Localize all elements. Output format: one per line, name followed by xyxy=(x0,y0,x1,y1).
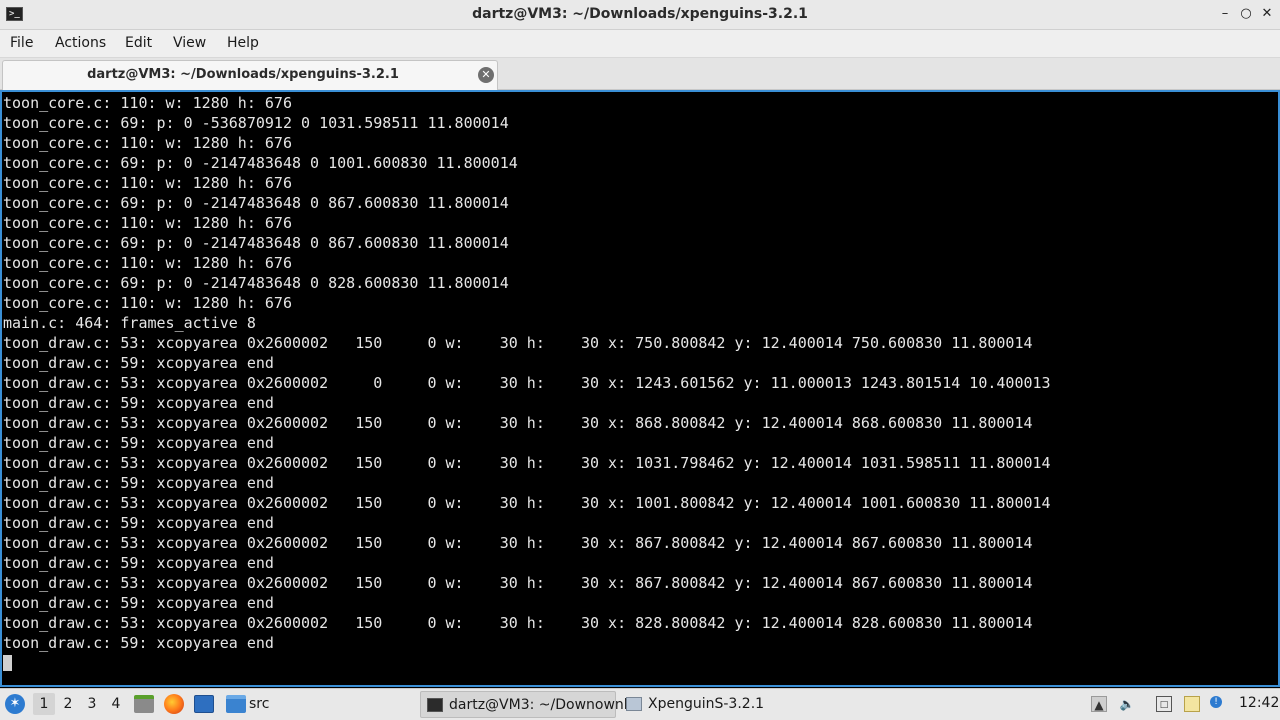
menu-edit[interactable]: Edit xyxy=(125,35,152,51)
task-terminal[interactable]: dartz@VM3: ~/Downownl... xyxy=(420,691,641,718)
window-titlebar[interactable]: >_ dartz@VM3: ~/Downloads/xpenguins-3.2.… xyxy=(0,0,1280,30)
menu-file[interactable]: File xyxy=(10,35,33,51)
screen-icon[interactable]: □ xyxy=(1156,696,1172,712)
terminal-lines: toon_core.c: 110: w: 1280 h: 676 toon_cor… xyxy=(3,93,1051,673)
terminal-output[interactable]: toon_core.c: 110: w: 1280 h: 676 toon_cor… xyxy=(0,90,1280,687)
terminal-line: toon_draw.c: 59: xcopyarea end xyxy=(3,434,274,452)
terminal-line: toon_draw.c: 53: xcopyarea 0x2600002 150… xyxy=(3,414,1033,432)
task-xpenguins-label: XpenguinS-3.2.1 xyxy=(648,696,765,712)
tab-terminal[interactable]: dartz@VM3: ~/Downloads/xpenguins-3.2.1 ✕ xyxy=(2,60,498,90)
update-icon[interactable]: ! xyxy=(1210,696,1222,708)
tab-close-icon[interactable]: ✕ xyxy=(478,67,494,83)
desktop-4[interactable]: 4 xyxy=(105,693,127,715)
terminal-line: toon_core.c: 110: w: 1280 h: 676 xyxy=(3,214,292,232)
volume-icon[interactable]: 🔈 xyxy=(1119,696,1135,712)
terminal-line: toon_core.c: 69: p: 0 -2147483648 0 867.… xyxy=(3,234,509,252)
maximize-icon[interactable]: ○ xyxy=(1237,5,1255,23)
desktop-2[interactable]: 2 xyxy=(57,693,79,715)
terminal-prompt-line xyxy=(3,653,1051,673)
terminal-line: toon_core.c: 69: p: 0 -2147483648 0 1001… xyxy=(3,154,518,172)
tray-scroll-icon[interactable]: ▲ xyxy=(1091,696,1107,712)
terminal-line: toon_draw.c: 53: xcopyarea 0x2600002 0 0… xyxy=(3,374,1051,392)
terminal-line: toon_draw.c: 53: xcopyarea 0x2600002 150… xyxy=(3,454,1051,472)
terminal-line: toon_core.c: 69: p: 0 -2147483648 0 828.… xyxy=(3,274,509,292)
terminal-line: toon_core.c: 110: w: 1280 h: 676 xyxy=(3,294,292,312)
terminal-line: toon_core.c: 69: p: 0 -536870912 0 1031.… xyxy=(3,114,509,132)
minimize-icon[interactable]: – xyxy=(1216,5,1234,23)
desktop-3[interactable]: 3 xyxy=(81,693,103,715)
tab-bar: dartz@VM3: ~/Downloads/xpenguins-3.2.1 ✕ xyxy=(0,58,1280,90)
close-icon[interactable]: ✕ xyxy=(1258,5,1276,23)
terminal-line: toon_draw.c: 53: xcopyarea 0x2600002 150… xyxy=(3,614,1033,632)
desktop-icon[interactable] xyxy=(194,695,214,713)
terminal-line: toon_draw.c: 59: xcopyarea end xyxy=(3,394,274,412)
window-title: dartz@VM3: ~/Downloads/xpenguins-3.2.1 xyxy=(472,6,808,22)
terminal-line: toon_core.c: 69: p: 0 -2147483648 0 867.… xyxy=(3,194,509,212)
terminal-line: toon_draw.c: 53: xcopyarea 0x2600002 150… xyxy=(3,494,1051,512)
menu-view[interactable]: View xyxy=(173,35,206,51)
terminal-line: main.c: 464: frames_active 8 xyxy=(3,314,256,332)
task-terminal-label: dartz@VM3: ~/Downownl... xyxy=(449,697,642,713)
clock: 12:42 xyxy=(1239,695,1280,711)
clipboard-icon[interactable] xyxy=(1184,696,1200,712)
terminal-line: toon_draw.c: 59: xcopyarea end xyxy=(3,554,274,572)
file-manager-icon[interactable] xyxy=(134,695,154,713)
terminal-task-icon xyxy=(427,698,443,712)
window-task-icon xyxy=(626,697,642,711)
terminal-line: toon_draw.c: 59: xcopyarea end xyxy=(3,354,274,372)
terminal-line: toon_draw.c: 53: xcopyarea 0x2600002 150… xyxy=(3,534,1033,552)
terminal-cursor xyxy=(3,655,12,671)
terminal-line: toon_core.c: 110: w: 1280 h: 676 xyxy=(3,174,292,192)
terminal-line: toon_draw.c: 59: xcopyarea end xyxy=(3,514,274,532)
tab-label: dartz@VM3: ~/Downloads/xpenguins-3.2.1 xyxy=(87,67,399,82)
terminal-line: toon_draw.c: 59: xcopyarea end xyxy=(3,594,274,612)
menu-actions[interactable]: Actions xyxy=(55,35,106,51)
folder-src-label[interactable]: src xyxy=(249,696,269,712)
desktop-1[interactable]: 1 xyxy=(33,693,55,715)
folder-icon[interactable] xyxy=(226,695,246,713)
terminal-line: toon_draw.c: 59: xcopyarea end xyxy=(3,474,274,492)
start-menu-icon[interactable]: ✶ xyxy=(5,694,25,714)
menu-help[interactable]: Help xyxy=(227,35,259,51)
terminal-line: toon_draw.c: 53: xcopyarea 0x2600002 150… xyxy=(3,334,1033,352)
terminal-line: toon_draw.c: 53: xcopyarea 0x2600002 150… xyxy=(3,574,1033,592)
terminal-line: toon_draw.c: 59: xcopyarea end xyxy=(3,634,274,652)
taskbar: ✶ 1 2 3 4 src dartz@VM3: ~/Downownl... X… xyxy=(0,688,1280,720)
task-xpenguins[interactable]: XpenguinS-3.2.1 xyxy=(620,691,780,718)
menubar: File Actions Edit View Help xyxy=(0,30,1280,58)
terminal-line: toon_core.c: 110: w: 1280 h: 676 xyxy=(3,134,292,152)
terminal-line: toon_core.c: 110: w: 1280 h: 676 xyxy=(3,94,292,112)
firefox-icon[interactable] xyxy=(164,694,184,714)
terminal-line: toon_core.c: 110: w: 1280 h: 676 xyxy=(3,254,292,272)
